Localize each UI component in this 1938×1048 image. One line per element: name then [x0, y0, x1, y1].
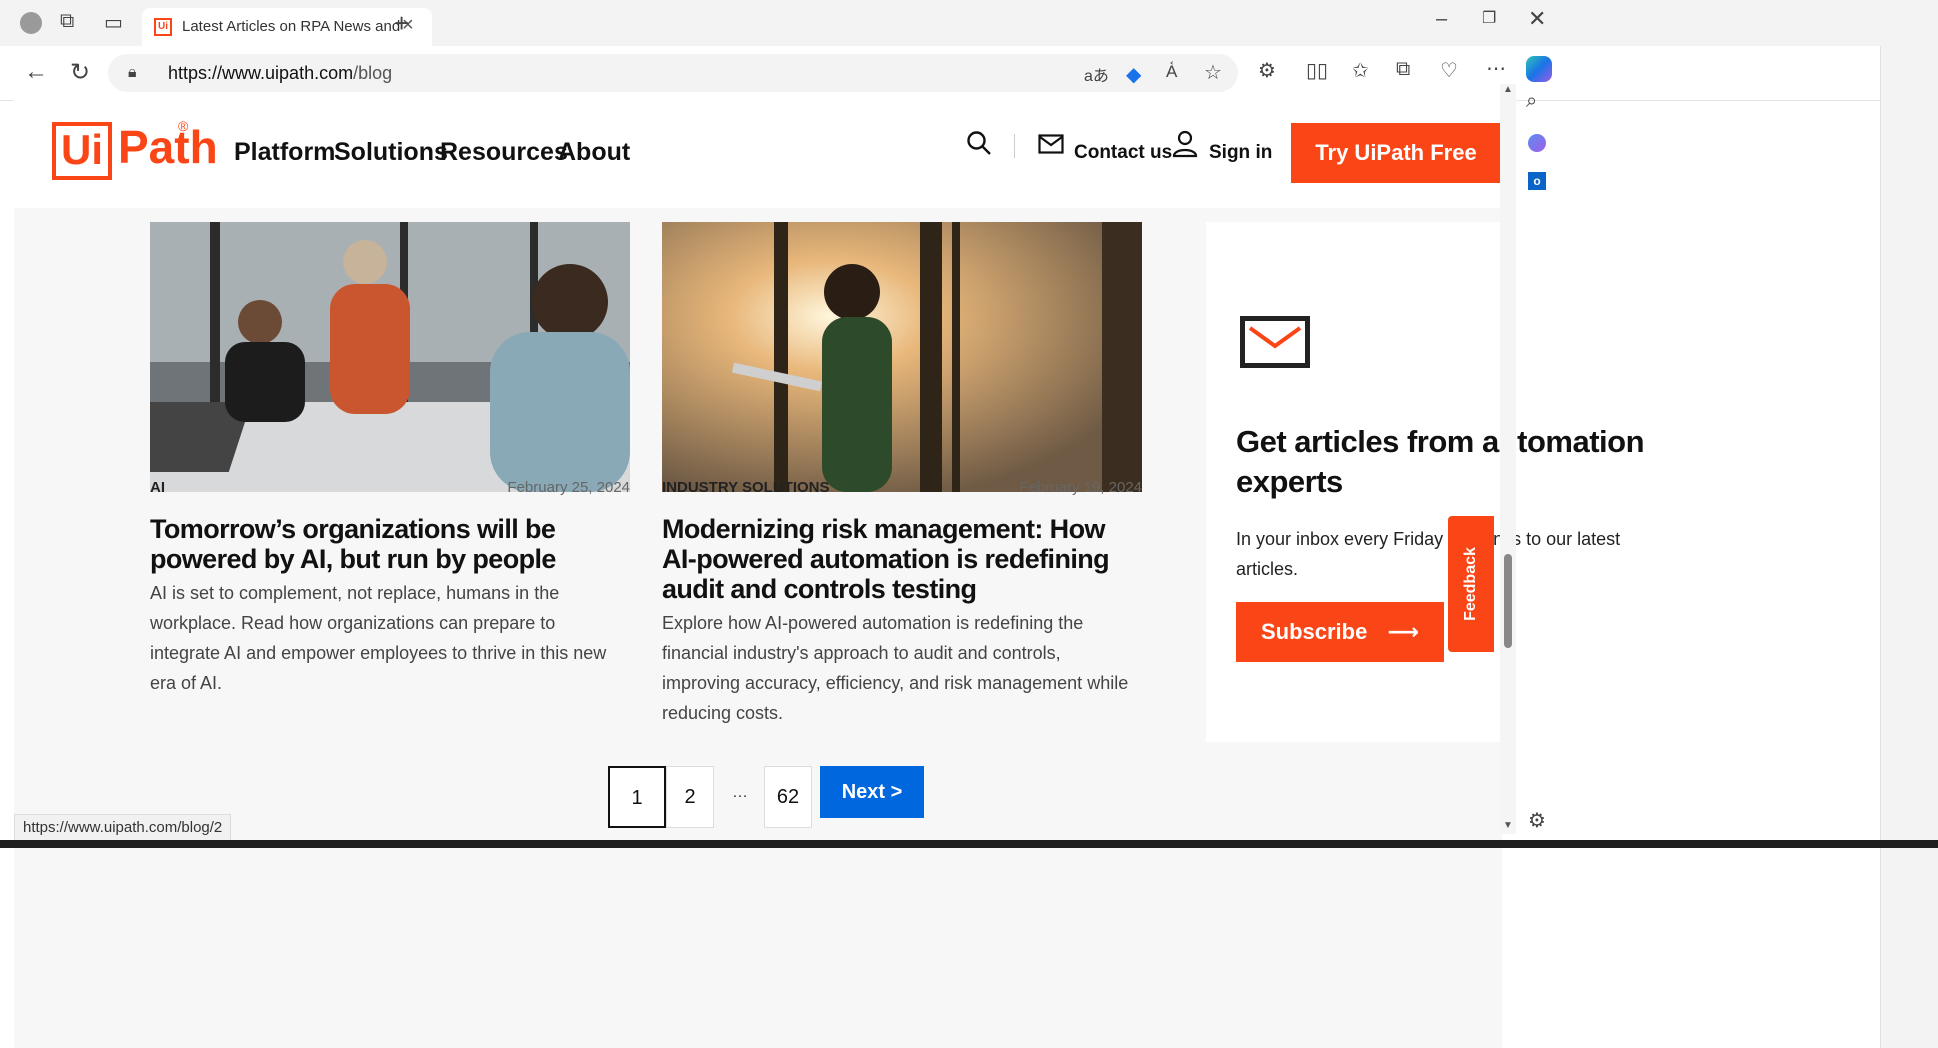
page-62-button[interactable]: 62 — [764, 766, 812, 828]
address-toolbar: ← ↻ 🔒︎ https://www.uipath.com/blog aあ ◆ … — [0, 46, 1938, 101]
envelope-icon — [1240, 316, 1310, 373]
contact-us-link[interactable]: Contact us — [1074, 142, 1172, 164]
search-icon[interactable] — [966, 130, 992, 161]
feedback-tab[interactable]: Feedback — [1448, 516, 1494, 652]
tab-actions-icon[interactable]: ▭ — [104, 10, 123, 35]
article-image[interactable] — [150, 222, 630, 492]
logo-registered: ® — [178, 118, 189, 134]
pagination-ellipsis: … — [732, 784, 748, 801]
split-screen-icon[interactable]: ▯▯ — [1306, 58, 1328, 83]
favorites-icon[interactable]: ✩ — [1352, 58, 1369, 83]
outlook-icon[interactable]: o — [1528, 172, 1546, 190]
sidebar-settings-icon[interactable]: ⚙ — [1528, 808, 1546, 833]
url-bar[interactable]: 🔒︎ https://www.uipath.com/blog aあ ◆ A᷾ ☆ — [108, 54, 1238, 92]
subscribe-button[interactable]: Subscribe ⟶ — [1236, 602, 1444, 662]
blog-content: AI February 25, 2024 Tomorrow’s organiza… — [14, 208, 1686, 1048]
feedback-label: Feedback — [1462, 547, 1479, 621]
newsletter-title: Get articles from automation experts — [1236, 424, 1645, 499]
taskbar-strip — [0, 840, 1938, 848]
newsletter-card: Get articles from automation experts In … — [1206, 222, 1686, 742]
minimize-icon[interactable]: – — [1436, 8, 1447, 31]
article-date: February 25, 2024 — [507, 479, 630, 496]
uipath-favicon: Ui — [154, 18, 172, 36]
workspaces-icon[interactable]: ⧉ — [60, 10, 74, 33]
article-category[interactable]: INDUSTRY SOLUTIONS — [662, 479, 830, 496]
scroll-down-arrow[interactable]: ▼ — [1503, 820, 1513, 831]
nav-resources[interactable]: Resources — [440, 138, 568, 167]
page-2-button[interactable]: 2 — [666, 766, 714, 828]
article-image[interactable] — [662, 222, 1142, 492]
translate-icon[interactable]: aあ — [1084, 62, 1109, 86]
header-divider — [1014, 134, 1015, 158]
edge-sidebar — [1880, 46, 1938, 1048]
restore-icon[interactable]: ❐ — [1482, 8, 1496, 28]
logo-path[interactable]: Path — [118, 120, 218, 174]
lock-icon[interactable]: 🔒︎ — [128, 64, 137, 82]
sidebar-copilot-icon[interactable] — [1528, 134, 1546, 152]
new-tab-icon[interactable]: + — [394, 8, 409, 39]
try-uipath-free-button[interactable]: Try UiPath Free — [1291, 123, 1501, 183]
nav-solutions[interactable]: Solutions — [334, 138, 448, 167]
scroll-thumb[interactable] — [1504, 554, 1512, 648]
copilot-icon[interactable] — [1526, 56, 1552, 82]
refresh-icon[interactable]: ↻ — [70, 58, 90, 87]
page-1-button[interactable]: 1 — [608, 766, 666, 828]
back-icon[interactable]: ← — [24, 58, 48, 86]
article-title[interactable]: Modernizing risk management: How AI-powe… — [662, 514, 1142, 604]
more-menu-icon[interactable]: ⋯ — [1486, 56, 1506, 81]
nav-platform[interactable]: Platform — [234, 138, 335, 167]
sign-in-link[interactable]: Sign in — [1209, 142, 1272, 164]
newsletter-text: In your inbox every Friday with links to… — [1236, 529, 1621, 579]
arrow-right-icon: ⟶ — [1387, 619, 1420, 644]
article-date: February 19, 2024 — [1019, 479, 1142, 496]
sidebar-search-icon[interactable]: ⌕ — [1526, 90, 1537, 113]
page-scrollbar[interactable]: ▲ ▼ — [1500, 84, 1516, 834]
shopping-tag-icon[interactable]: ◆ — [1126, 62, 1141, 87]
extensions-icon[interactable]: ⚙ — [1258, 58, 1276, 83]
article-excerpt: Explore how AI-powered automation is red… — [662, 613, 1129, 723]
browser-tab-bar: ⧉ ▭ Ui Latest Articles on RPA News and ×… — [0, 0, 1938, 46]
close-window-icon[interactable]: ✕ — [1528, 6, 1546, 32]
browser-essentials-icon[interactable]: ♡ — [1440, 58, 1458, 83]
site-header: Ui Path ® Platform Solutions Resources A… — [14, 100, 1502, 208]
article-category[interactable]: AI — [150, 479, 165, 496]
user-icon[interactable] — [1172, 130, 1198, 163]
active-tab[interactable]: Ui Latest Articles on RPA News and × — [142, 8, 432, 46]
read-aloud-icon[interactable]: A᷾ — [1166, 62, 1177, 82]
next-page-button[interactable]: Next > — [820, 766, 924, 818]
collections-icon[interactable]: ⧉ — [1396, 58, 1410, 81]
nav-about[interactable]: About — [558, 138, 630, 167]
tab-title: Latest Articles on RPA News and — [182, 18, 401, 35]
article-title[interactable]: Tomorrow’s organizations will be powered… — [150, 514, 630, 574]
logo-ui[interactable]: Ui — [52, 122, 112, 180]
favorite-star-icon[interactable]: ☆ — [1204, 60, 1222, 85]
scroll-up-arrow[interactable]: ▲ — [1503, 84, 1513, 95]
status-bar-url: https://www.uipath.com/blog/2 — [14, 814, 232, 842]
subscribe-label: Subscribe — [1260, 619, 1368, 644]
mail-icon[interactable] — [1038, 134, 1064, 159]
article-excerpt: AI is set to complement, not replace, hu… — [150, 583, 607, 693]
url-text[interactable]: https://www.uipath.com/blog — [168, 63, 392, 84]
profile-icon[interactable] — [20, 12, 42, 34]
